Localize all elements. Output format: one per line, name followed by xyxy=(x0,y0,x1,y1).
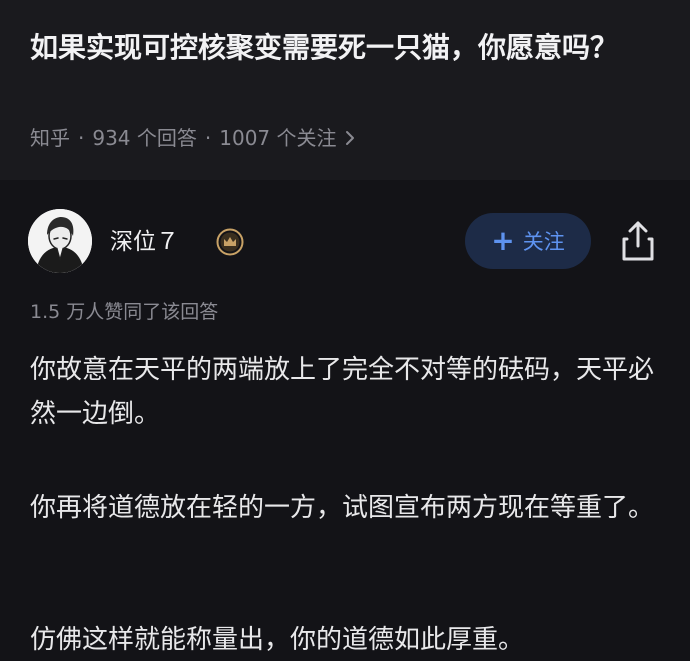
follow-button-label: 关注 xyxy=(522,230,565,254)
share-icon[interactable] xyxy=(618,219,658,263)
question-meta[interactable]: 知乎 · 934 个回答 · 1007 个关注 xyxy=(30,124,355,152)
plus-icon: + xyxy=(491,224,515,257)
question-title[interactable]: 如果实现可控核聚变需要死一只猫，你愿意吗？ xyxy=(30,26,660,70)
answer-paragraph: 你故意在天平的两端放上了完全不对等的砝码，天平必然一边倒。 xyxy=(30,355,655,429)
meta-separator: · xyxy=(204,126,212,150)
chevron-right-icon[interactable] xyxy=(345,130,355,146)
meta-separator: · xyxy=(78,126,85,150)
source-label: 知乎 xyxy=(30,126,70,150)
author-name[interactable]: 深位７ xyxy=(110,227,179,257)
answer-count: 934 个回答 xyxy=(92,126,197,150)
avatar[interactable] xyxy=(28,209,92,273)
question-header: 如果实现可控核聚变需要死一只猫，你愿意吗？ 知乎 · 934 个回答 · 100… xyxy=(0,0,690,180)
author-row: 深位７ + 关注 xyxy=(28,207,668,275)
answer-paragraph: 仿佛这样就能称量出，你的道德如此厚重。 xyxy=(30,625,525,655)
follow-button[interactable]: + 关注 xyxy=(465,213,591,269)
answer-page: 如果实现可控核聚变需要死一只猫，你愿意吗？ 知乎 · 934 个回答 · 100… xyxy=(0,0,690,661)
follower-count: 1007 个关注 xyxy=(219,126,337,150)
upvote-summary: 1.5 万人赞同了该回答 xyxy=(30,301,219,323)
answer-paragraph: 你再将道德放在轻的一方，试图宣布两方现在等重了。 xyxy=(30,493,655,523)
crown-badge-icon xyxy=(216,228,244,256)
